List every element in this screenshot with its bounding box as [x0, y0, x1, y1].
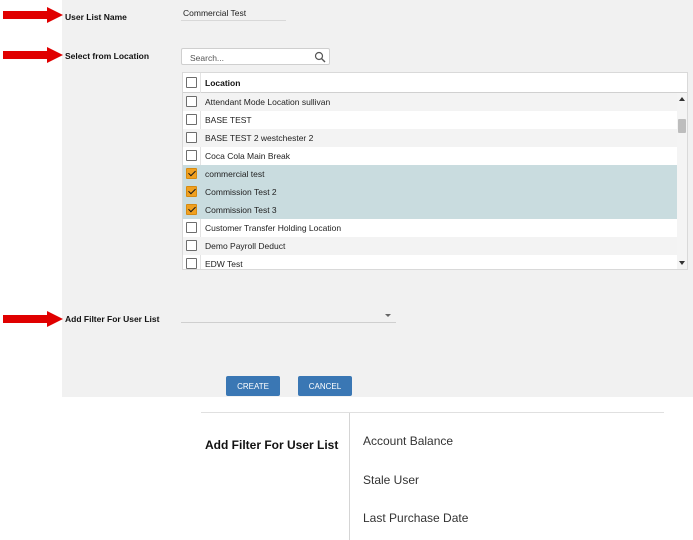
filter-option-last-purchase-date[interactable]: Last Purchase Date: [363, 511, 468, 525]
location-table-header: Location: [183, 73, 687, 93]
select-all-checkbox[interactable]: [186, 77, 197, 88]
location-row[interactable]: BASE TEST 2 westchester 2: [183, 129, 677, 147]
location-row[interactable]: Customer Transfer Holding Location: [183, 219, 677, 237]
location-row[interactable]: commercial test: [183, 165, 677, 183]
location-label: Commission Test 3: [205, 205, 277, 215]
filter-options-panel: Add Filter For User List Account Balance…: [201, 412, 664, 540]
location-checkbox[interactable]: [186, 168, 197, 179]
filter-panel-divider: [349, 413, 350, 540]
location-label: Customer Transfer Holding Location: [205, 223, 342, 233]
create-button[interactable]: CREATE: [226, 376, 280, 396]
location-row[interactable]: Attendant Mode Location sullivan: [183, 93, 677, 111]
table-scrollbar[interactable]: [677, 93, 687, 269]
location-table: Location Attendant Mode Location sulliva…: [182, 72, 688, 270]
red-arrow-icon: [3, 47, 63, 63]
location-checkbox[interactable]: [186, 258, 197, 269]
scroll-down-icon[interactable]: [679, 261, 685, 265]
location-checkbox[interactable]: [186, 204, 197, 215]
location-label: BASE TEST: [205, 115, 252, 125]
filter-option-stale-user[interactable]: Stale User: [363, 473, 419, 487]
red-arrow-icon: [3, 7, 63, 23]
filter-option-account-balance[interactable]: Account Balance: [363, 434, 453, 448]
user-list-name-input[interactable]: [181, 6, 286, 21]
location-checkbox[interactable]: [186, 222, 197, 233]
scroll-thumb[interactable]: [678, 119, 686, 133]
location-row[interactable]: Demo Payroll Deduct: [183, 237, 677, 255]
location-label: Demo Payroll Deduct: [205, 241, 286, 251]
location-checkbox[interactable]: [186, 114, 197, 125]
location-label: BASE TEST 2 westchester 2: [205, 133, 314, 143]
location-checkbox[interactable]: [186, 240, 197, 251]
search-icon[interactable]: [314, 51, 326, 63]
location-checkbox[interactable]: [186, 96, 197, 107]
location-column-header: Location: [205, 78, 241, 88]
location-label: Coca Cola Main Break: [205, 151, 291, 161]
add-filter-select[interactable]: [181, 307, 396, 323]
location-search-input[interactable]: [188, 50, 312, 65]
scroll-up-icon[interactable]: [679, 97, 685, 101]
select-location-label: Select from Location: [65, 51, 150, 61]
location-search[interactable]: [181, 48, 330, 65]
chevron-down-icon[interactable]: [385, 314, 391, 317]
location-rows: Attendant Mode Location sullivan BASE TES…: [183, 93, 677, 269]
location-label: commercial test: [205, 169, 265, 179]
location-row[interactable]: BASE TEST: [183, 111, 677, 129]
location-checkbox[interactable]: [186, 132, 197, 143]
location-label: Commission Test 2: [205, 187, 277, 197]
location-row[interactable]: Commission Test 3: [183, 201, 677, 219]
filter-panel-title: Add Filter For User List: [205, 438, 339, 452]
location-label: Attendant Mode Location sullivan: [205, 97, 331, 107]
red-arrow-icon: [3, 311, 63, 327]
cancel-button[interactable]: CANCEL: [298, 376, 352, 396]
location-row[interactable]: Commission Test 2: [183, 183, 677, 201]
location-row[interactable]: Coca Cola Main Break: [183, 147, 677, 165]
location-checkbox[interactable]: [186, 186, 197, 197]
location-checkbox[interactable]: [186, 150, 197, 161]
location-label: EDW Test: [205, 259, 243, 269]
add-filter-label: Add Filter For User List: [65, 314, 160, 324]
user-list-name-label: User List Name: [65, 12, 127, 22]
location-row[interactable]: EDW Test: [183, 255, 677, 269]
